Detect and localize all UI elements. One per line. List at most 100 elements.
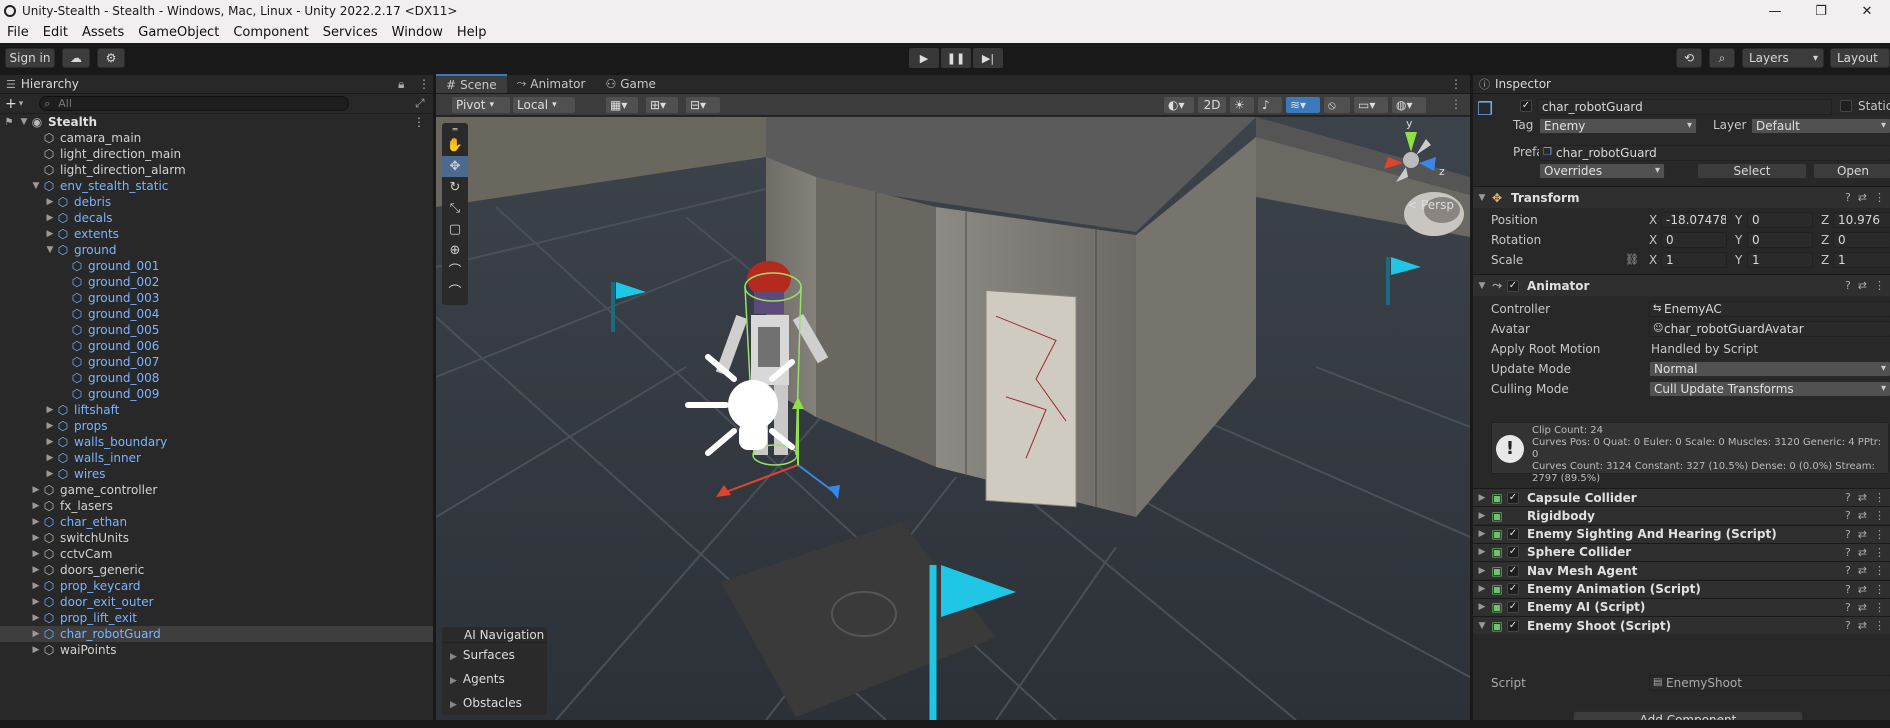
component-enabled-checkbox[interactable]: ✓: [1507, 528, 1519, 541]
ai-nav-agents[interactable]: ▶ Agents: [442, 667, 547, 691]
hierarchy-item[interactable]: ▶ ⬡ wires: [0, 466, 433, 482]
custom-tool-icon[interactable]: ⌒: [442, 261, 468, 282]
rotate-tool-icon[interactable]: ↻: [442, 177, 468, 198]
expand-arrow-icon[interactable]: ▼: [44, 245, 56, 255]
component-menu-icons[interactable]: ? ⇄ ⋮: [1845, 546, 1885, 559]
hierarchy-item[interactable]: ▶ ⬡ door_exit_outer: [0, 594, 433, 610]
component-enabled-checkbox[interactable]: ✓: [1507, 491, 1519, 504]
component-header[interactable]: ▶ ▣ ✓ Enemy Animation (Script) ? ⇄ ⋮: [1473, 579, 1890, 598]
component-header[interactable]: ▶ ▣ ✓ Enemy AI (Script) ? ⇄ ⋮: [1473, 597, 1890, 616]
menu-file[interactable]: File: [0, 25, 36, 40]
animator-header[interactable]: ▼ ⤳ ✓ Animator ? ⇄ ⋮: [1473, 274, 1890, 296]
minimize-button[interactable]: —: [1752, 0, 1798, 22]
expand-arrow-icon[interactable]: ▶: [30, 629, 42, 639]
component-header[interactable]: ▶ ▣ ✓ Nav Mesh Agent ? ⇄ ⋮: [1473, 561, 1890, 580]
lighting-icon[interactable]: ☀: [1230, 97, 1254, 113]
hierarchy-item[interactable]: ⬡ ground_009: [0, 386, 433, 402]
hierarchy-item[interactable]: ▶ ⬡ prop_keycard: [0, 578, 433, 594]
component-enabled-checkbox[interactable]: ✓: [1507, 619, 1519, 632]
rect-tool-icon[interactable]: ▢: [442, 219, 468, 240]
expand-arrow-icon[interactable]: ▶: [30, 485, 42, 495]
menu-help[interactable]: Help: [450, 25, 494, 40]
expand-arrow-icon[interactable]: ▶: [1475, 493, 1489, 503]
overrides-dropdown[interactable]: Overrides: [1539, 163, 1665, 179]
expand-arrow-icon[interactable]: ▼: [1475, 281, 1489, 291]
scene-search-icon[interactable]: ⤢: [415, 96, 425, 111]
expand-arrow-icon[interactable]: ▶: [30, 565, 42, 575]
hierarchy-item[interactable]: ▶ ⬡ liftshaft: [0, 402, 433, 418]
scale-y-field[interactable]: 1: [1747, 252, 1813, 268]
kebab-icon[interactable]: ⋮: [418, 77, 430, 91]
component-enabled-checkbox[interactable]: ✓: [1507, 583, 1519, 595]
component-menu-icons[interactable]: ? ⇄ ⋮: [1845, 279, 1885, 292]
layer-dropdown[interactable]: Default: [1751, 118, 1890, 134]
component-menu-icons[interactable]: ? ⇄ ⋮: [1845, 583, 1885, 596]
expand-arrow-icon[interactable]: ▶: [1475, 511, 1489, 521]
ai-nav-obstacles[interactable]: ▶ Obstacles: [442, 691, 547, 715]
link-icon[interactable]: ⛓: [1625, 253, 1639, 266]
hierarchy-item[interactable]: ▶ ⬡ props: [0, 418, 433, 434]
hierarchy-item[interactable]: ⬡ ground_005: [0, 322, 433, 338]
ruler-icon[interactable]: ⊟▾: [686, 97, 720, 113]
menu-window[interactable]: Window: [385, 25, 450, 40]
menu-assets[interactable]: Assets: [75, 25, 131, 40]
menu-edit[interactable]: Edit: [36, 25, 75, 40]
grid-snap-icon[interactable]: ▦▾: [606, 97, 638, 113]
hierarchy-item[interactable]: ▶ ⬡ walls_inner: [0, 450, 433, 466]
layout-dropdown[interactable]: Layout: [1830, 48, 1890, 68]
audio-icon[interactable]: ♪: [1258, 97, 1282, 113]
component-enabled-checkbox[interactable]: ✓: [1507, 601, 1519, 614]
component-menu-icons[interactable]: ? ⇄ ⋮: [1845, 509, 1885, 522]
hierarchy-tab[interactable]: ☰ Hierarchy 🔒︎ ⋮: [0, 75, 433, 94]
close-button[interactable]: ✕: [1844, 0, 1890, 22]
snap-increment-icon[interactable]: ⊞▾: [646, 97, 678, 113]
effects-icon[interactable]: ≋▾: [1286, 97, 1320, 113]
static-checkbox[interactable]: [1840, 100, 1852, 112]
kebab-icon[interactable]: ⋮: [1450, 97, 1462, 111]
expand-arrow-icon[interactable]: ▶: [44, 229, 56, 239]
ai-nav-surfaces[interactable]: ▶ Surfaces: [442, 643, 547, 667]
add-component-button[interactable]: Add Component: [1573, 711, 1803, 720]
hierarchy-item[interactable]: ▼ ⬡ env_stealth_static: [0, 178, 433, 194]
collab-icon[interactable]: ⚙: [97, 48, 125, 68]
avatar-field[interactable]: ☺ char_robotGuardAvatar: [1649, 321, 1890, 337]
expand-arrow-icon[interactable]: ▶: [44, 453, 56, 463]
object-name-field[interactable]: char_robotGuard: [1537, 99, 1832, 115]
hierarchy-item[interactable]: ▶ ⬡ decals: [0, 210, 433, 226]
drag-handle-icon[interactable]: ═: [442, 125, 468, 135]
expand-arrow-icon[interactable]: ▶: [30, 645, 42, 655]
hierarchy-item[interactable]: ▶ ⬡ waiPoints: [0, 642, 433, 658]
scene-root[interactable]: ⚑ ▼ ◉ Stealth ⋮: [0, 114, 433, 130]
hierarchy-item[interactable]: ⬡ ground_001: [0, 258, 433, 274]
culling-mode-dropdown[interactable]: Cull Update Transforms: [1649, 381, 1890, 397]
hierarchy-item[interactable]: ▶ ⬡ char_robotGuard: [0, 626, 433, 642]
position-y-field[interactable]: 0: [1747, 212, 1813, 228]
scene-viewport[interactable]: y z < Persp ═ ✋ ✥ ↻ ⤡ ▢ ⊕ ⌒ ⌒ AI Navigat…: [436, 117, 1470, 720]
expand-arrow-icon[interactable]: ▶: [44, 213, 56, 223]
expand-arrow-icon[interactable]: ▶: [44, 469, 56, 479]
hierarchy-item[interactable]: ▶ ⬡ switchUnits: [0, 530, 433, 546]
layers-dropdown[interactable]: Layers ▾: [1742, 48, 1824, 68]
tab-scene[interactable]: # Scene: [436, 74, 507, 93]
pivot-dropdown[interactable]: Pivot ▾: [452, 97, 510, 113]
add-icon[interactable]: +: [5, 96, 17, 112]
animator-enabled-checkbox[interactable]: ✓: [1507, 279, 1519, 292]
position-z-field[interactable]: 10.976: [1833, 212, 1890, 228]
component-enabled-checkbox[interactable]: ✓: [1507, 546, 1519, 559]
hierarchy-item[interactable]: ▶ ⬡ extents: [0, 226, 433, 242]
hierarchy-item[interactable]: ▶ ⬡ debris: [0, 194, 433, 210]
hierarchy-item[interactable]: ▶ ⬡ char_ethan: [0, 514, 433, 530]
local-dropdown[interactable]: Local ▾: [513, 97, 575, 113]
scale-z-field[interactable]: 1: [1833, 252, 1890, 268]
menu-services[interactable]: Services: [316, 25, 385, 40]
expand-arrow-icon[interactable]: ▼: [1475, 193, 1489, 203]
search-icon[interactable]: ⌕: [1709, 48, 1735, 68]
expand-arrow-icon[interactable]: ▶: [30, 581, 42, 591]
transform-tool-icon[interactable]: ⊕: [442, 240, 468, 261]
expand-arrow-icon[interactable]: ▼: [18, 117, 30, 127]
menu-gameobject[interactable]: GameObject: [131, 25, 226, 40]
kebab-icon[interactable]: ⋮: [1450, 77, 1462, 91]
position-x-field[interactable]: -18.07478: [1661, 212, 1727, 228]
hierarchy-item[interactable]: ▶ ⬡ fx_lasers: [0, 498, 433, 514]
menu-component[interactable]: Component: [226, 25, 315, 40]
